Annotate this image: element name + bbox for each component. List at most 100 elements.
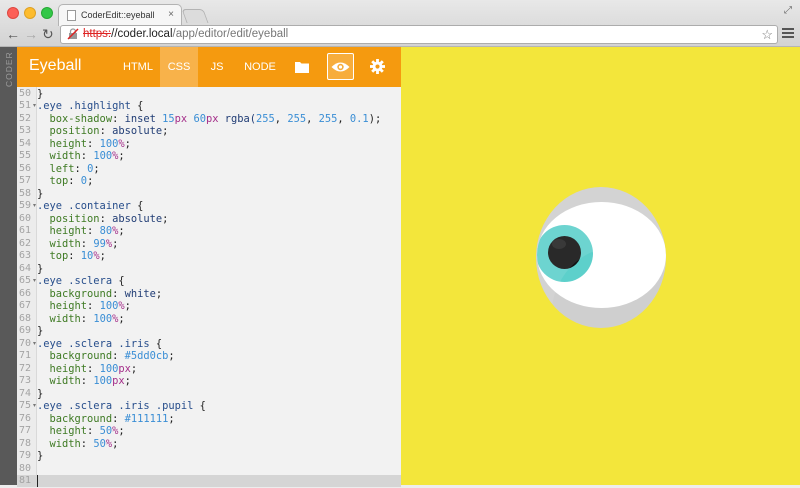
code-token: px: [112, 375, 125, 387]
code-token: ;: [93, 162, 100, 175]
code-token: :: [99, 125, 113, 137]
code-token: 99: [93, 237, 106, 250]
code-token: ;: [124, 300, 131, 312]
code-token: {: [149, 337, 163, 350]
code-line: width: 100%;: [37, 150, 125, 163]
line-number: 52: [18, 112, 31, 124]
code-line: }: [37, 388, 43, 401]
code-token: background: [37, 350, 113, 362]
code-token: 10: [80, 250, 94, 262]
code-token: absolute: [112, 212, 163, 225]
code-token: 100: [99, 137, 119, 150]
code-token: absolute: [112, 125, 163, 137]
code-line: top: 0;: [37, 175, 94, 188]
code-token: height: [37, 137, 88, 150]
code-editor[interactable]: } .eye .highlight { box-shadow: inset 15p…: [37, 87, 401, 485]
code-token: px: [174, 112, 188, 125]
code-token: .eye .sclera .iris .pupil: [37, 400, 194, 412]
line-number: 57: [18, 175, 31, 186]
eyeball: [536, 187, 666, 328]
window-close-button[interactable]: [7, 7, 19, 19]
line-number: 75: [18, 400, 31, 411]
code-token: :: [99, 212, 113, 225]
eye-icon: [331, 62, 350, 72]
code-line: position: absolute;: [37, 212, 169, 226]
bookmark-star-icon[interactable]: ☆: [761, 26, 773, 43]
menu-icon[interactable]: [782, 26, 794, 40]
fold-arrow-icon[interactable]: ▾: [33, 200, 36, 213]
folder-icon: [295, 62, 309, 73]
coder-label: CODER: [4, 51, 14, 87]
code-token: 80: [99, 225, 113, 237]
tab-close-icon[interactable]: ×: [168, 9, 174, 20]
fold-arrow-icon[interactable]: ▾: [33, 275, 36, 288]
code-token: :: [87, 425, 100, 437]
line-number: 67: [18, 300, 31, 311]
code-token: width: [37, 312, 81, 325]
code-token: :: [80, 312, 94, 325]
code-line: height: 100px;: [37, 363, 138, 376]
code-line: width: 100%;: [37, 313, 125, 326]
code-line: }: [37, 450, 43, 463]
code-token: :: [87, 137, 100, 150]
line-number: 63: [18, 250, 31, 261]
code-token: }: [37, 325, 44, 337]
code-token: .eye .sclera: [37, 275, 113, 287]
code-token: white: [124, 287, 156, 300]
tab-node[interactable]: NODE: [236, 47, 284, 87]
coder-sidebar: CODER: [0, 47, 17, 485]
code-token: }: [37, 262, 44, 275]
code-token: ,: [274, 112, 288, 125]
preview-toggle-button[interactable]: [325, 47, 361, 87]
fold-arrow-icon[interactable]: ▾: [33, 100, 36, 113]
fullscreen-icon[interactable]: ⤢: [784, 5, 792, 16]
back-arrow-icon[interactable]: ←: [6, 27, 20, 41]
fold-arrow-icon[interactable]: ▾: [33, 400, 36, 413]
code-token: px: [205, 112, 219, 125]
code-line: width: 100px;: [37, 375, 131, 388]
tab-css[interactable]: CSS: [160, 47, 198, 92]
code-line: background: #5dd0cb;: [37, 350, 175, 363]
folder-button[interactable]: [285, 47, 321, 87]
forward-arrow-icon[interactable]: →: [24, 27, 38, 41]
reload-icon[interactable]: ↻: [42, 27, 54, 41]
line-number: 81: [18, 475, 31, 486]
settings-button[interactable]: [360, 47, 396, 87]
code-token: .eye .highlight: [37, 100, 131, 112]
line-number: 54: [18, 137, 31, 149]
active-line-highlight: [17, 475, 401, 487]
tab-html[interactable]: HTML: [116, 47, 160, 87]
line-number: 66: [18, 287, 31, 299]
code-line: background: #111111;: [37, 413, 175, 426]
line-number: 50: [18, 87, 31, 99]
browser-tab[interactable]: CoderEdit::eyeball ×: [58, 4, 182, 26]
address-bar[interactable]: https://coder.local/app/editor/edit/eyeb…: [60, 25, 778, 44]
code-token: ;: [118, 150, 125, 162]
tab-js[interactable]: JS: [198, 47, 236, 87]
code-line: }: [37, 188, 43, 201]
code-token: ;: [99, 250, 106, 262]
line-number: 68: [18, 312, 31, 324]
window-minimize-button[interactable]: [24, 7, 36, 19]
window-zoom-button[interactable]: [41, 7, 53, 19]
code-line: background: white;: [37, 287, 163, 301]
code-token: ;: [162, 212, 169, 225]
code-token: ,: [306, 112, 319, 125]
code-token: 255: [318, 112, 338, 125]
line-number: 69: [18, 325, 31, 336]
tab-css-label: CSS: [167, 61, 191, 73]
code-token: }: [37, 187, 44, 200]
fold-arrow-icon[interactable]: ▾: [33, 338, 36, 351]
text-cursor: [37, 475, 38, 487]
tab-title: CoderEdit::eyeball: [81, 10, 155, 20]
code-line: .eye .sclera .iris .pupil {: [37, 400, 206, 413]
gear-icon: [370, 59, 385, 74]
line-number: 78: [18, 437, 31, 449]
line-number: 76: [18, 412, 31, 424]
new-tab-button[interactable]: [181, 9, 209, 23]
code-line: }: [37, 88, 43, 101]
code-line: .eye .sclera .iris {: [37, 338, 162, 351]
url-text: https://coder.local/app/editor/edit/eyeb…: [83, 28, 289, 40]
code-token: :: [80, 437, 94, 450]
code-token: :: [112, 350, 125, 362]
